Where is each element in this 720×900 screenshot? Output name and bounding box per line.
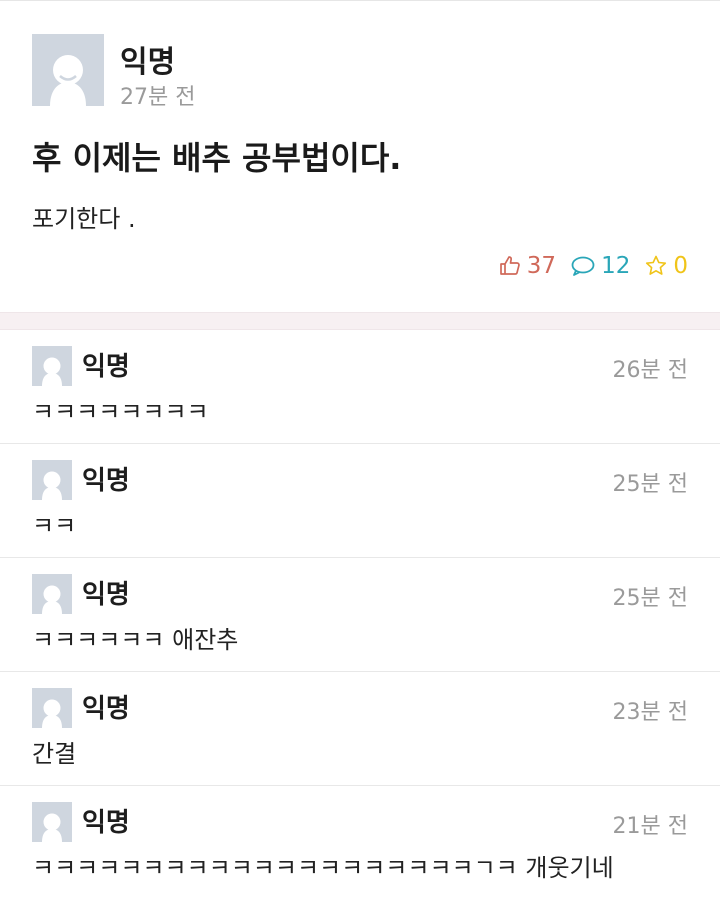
like-button[interactable]: 37: [498, 253, 556, 279]
comment-author: 익명: [82, 694, 130, 724]
user-placeholder-icon: [32, 460, 72, 500]
post-title: 후 이제는 배추 공부법이다.: [32, 139, 402, 177]
comment-item: 익명 26분 전 ㅋㅋㅋㅋㅋㅋㅋㅋ: [0, 330, 720, 444]
comment-text: ㅋㅋㅋㅋㅋㅋㅋㅋㅋㅋㅋㅋㅋㅋㅋㅋㅋㅋㅋㅋㄱㅋ 개웃기네: [32, 854, 614, 882]
comment-time: 26분 전: [612, 358, 688, 383]
comment-text: ㅋㅋㅋㅋㅋㅋㅋㅋ: [32, 398, 209, 426]
avatar: [32, 346, 72, 386]
speech-bubble-icon: [571, 256, 595, 276]
user-placeholder-icon: [32, 574, 72, 614]
comment-list: 익명 26분 전 ㅋㅋㅋㅋㅋㅋㅋㅋ 익명 25분 전 ㅋㅋ 익명 25분 전 ㅋ…: [0, 330, 720, 900]
user-placeholder-icon: [32, 688, 72, 728]
like-count: 37: [526, 253, 557, 279]
comment-count: 12: [601, 253, 631, 279]
comment-author: 익명: [82, 808, 130, 838]
comment-time: 25분 전: [612, 586, 688, 611]
comment-item: 익명 23분 전 간결: [0, 672, 720, 786]
comment-time: 23분 전: [612, 700, 688, 725]
comment-time: 25분 전: [612, 472, 688, 497]
user-placeholder-icon: [32, 346, 72, 386]
comment-text: 간결: [32, 740, 77, 768]
comment-author: 익명: [82, 352, 130, 382]
comment-time: 21분 전: [612, 814, 688, 839]
post-body: 포기한다 .: [32, 205, 136, 233]
avatar: [32, 34, 104, 106]
avatar: [32, 802, 72, 842]
scrap-count: 0: [673, 253, 688, 279]
section-divider: [0, 312, 720, 330]
user-placeholder-icon: [32, 34, 104, 106]
thumbs-up-icon: [499, 256, 520, 275]
comment-count-button[interactable]: 12: [570, 253, 630, 279]
comment-author: 익명: [82, 580, 130, 610]
post-author: 익명: [120, 45, 176, 80]
comment-text: ㅋㅋ: [32, 512, 77, 540]
star-icon: [646, 255, 667, 275]
comment-item: 익명 25분 전 ㅋㅋ: [0, 444, 720, 558]
avatar: [32, 688, 72, 728]
comment-item: 익명 25분 전 ㅋㅋㅋㅋㅋㅋ 애잔추: [0, 558, 720, 672]
avatar: [32, 460, 72, 500]
avatar: [32, 574, 72, 614]
comment-text: ㅋㅋㅋㅋㅋㅋ 애잔추: [32, 626, 239, 654]
post-stats: 37 12 0: [498, 249, 688, 283]
post-time: 27분 전: [120, 85, 196, 110]
user-placeholder-icon: [32, 802, 72, 842]
comment-item: 익명 21분 전 ㅋㅋㅋㅋㅋㅋㅋㅋㅋㅋㅋㅋㅋㅋㅋㅋㅋㅋㅋㅋㄱㅋ 개웃기네: [0, 786, 720, 900]
scrap-button[interactable]: 0: [644, 253, 688, 279]
post: 익명 27분 전 후 이제는 배추 공부법이다. 포기한다 . 37 12 0: [0, 0, 720, 312]
comment-author: 익명: [82, 466, 130, 496]
